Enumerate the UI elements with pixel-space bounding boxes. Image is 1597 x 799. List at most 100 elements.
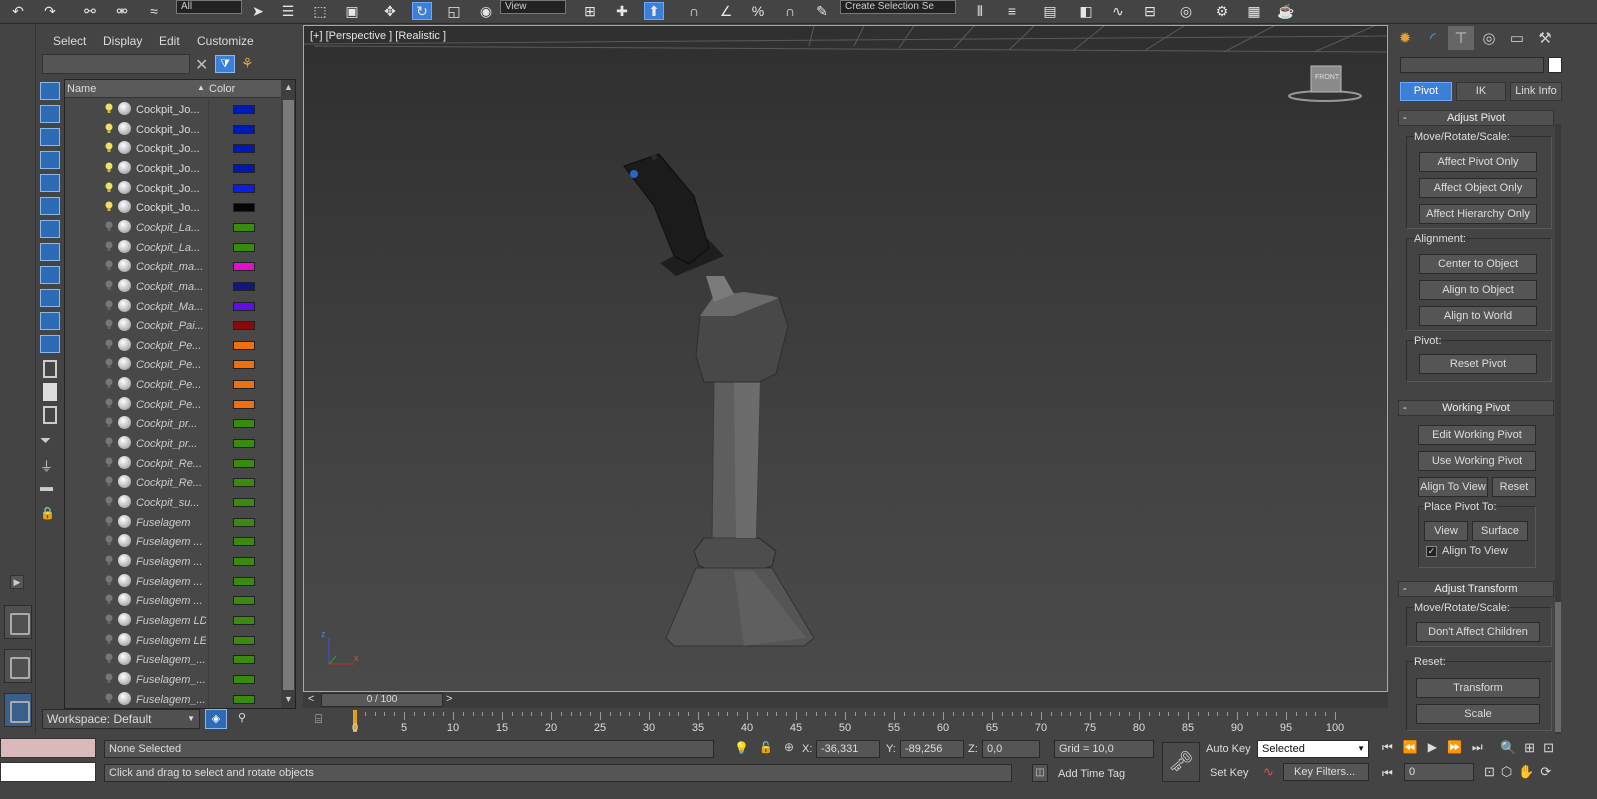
utilities-tab-icon[interactable]: ⚒ <box>1532 26 1558 50</box>
object-color-swatch[interactable] <box>1548 57 1562 73</box>
affect-object-only-button[interactable]: Affect Object Only <box>1419 178 1537 198</box>
object-visibility-icon[interactable] <box>118 200 131 214</box>
maxscript-listener-pink[interactable] <box>0 738 96 758</box>
viewport-layout-2-icon[interactable] <box>4 649 32 683</box>
scene-explorer-icon[interactable]: ◧ <box>1076 2 1096 20</box>
isolate-selection-icon[interactable]: 💡 <box>734 741 749 755</box>
place-view-button[interactable]: View <box>1424 521 1468 541</box>
object-color-swatch[interactable] <box>233 301 255 311</box>
motion-tab-icon[interactable]: ◎ <box>1476 26 1502 50</box>
angle-snap-icon[interactable]: ∠ <box>716 2 736 20</box>
panel-scroll-thumb[interactable] <box>1555 602 1561 732</box>
list-item[interactable]: Fuselagem ... <box>65 591 281 611</box>
time-prev-button[interactable]: < <box>308 693 314 705</box>
maxscript-listener-white[interactable] <box>0 762 96 782</box>
object-visibility-icon[interactable] <box>118 593 131 607</box>
add-time-tag-button[interactable]: Add Time Tag <box>1058 768 1125 780</box>
edit-named-selection-icon[interactable]: ✎ <box>812 2 832 20</box>
set-key-button[interactable]: Set Key <box>1210 767 1249 779</box>
current-frame-field[interactable]: 0 <box>1404 763 1474 781</box>
object-visibility-icon[interactable] <box>118 141 131 155</box>
z-coordinate-field[interactable]: 0,0 <box>982 740 1040 758</box>
list-item[interactable]: Cockpit_ma... <box>65 276 281 297</box>
light-off-icon[interactable] <box>105 693 113 704</box>
light-off-icon[interactable] <box>105 614 113 625</box>
object-color-swatch[interactable] <box>233 458 255 468</box>
list-item[interactable]: Cockpit_Re... <box>65 473 281 493</box>
align-to-view-button[interactable]: Align To View <box>1418 477 1488 497</box>
light-off-icon[interactable] <box>105 319 113 330</box>
list-item[interactable]: Fuselagem ... <box>65 532 281 552</box>
workspace-dropdown[interactable]: Workspace: Default ▼ <box>42 709 200 729</box>
layer-explorer-icon[interactable]: ◈ <box>205 709 227 729</box>
object-color-swatch[interactable] <box>233 517 255 527</box>
object-visibility-icon[interactable] <box>118 259 131 273</box>
object-visibility-icon[interactable] <box>118 219 131 233</box>
light-off-icon[interactable] <box>105 653 113 664</box>
redo-icon[interactable]: ↷ <box>40 2 60 20</box>
bind-space-warp-icon[interactable]: ≈ <box>144 2 164 20</box>
object-color-swatch[interactable] <box>233 124 255 134</box>
reset-scale-button[interactable]: Scale <box>1416 704 1540 724</box>
light-off-icon[interactable] <box>105 476 113 487</box>
reset-transform-button[interactable]: Transform <box>1416 678 1540 698</box>
place-surface-button[interactable]: Surface <box>1472 521 1528 541</box>
object-color-swatch[interactable] <box>233 321 255 331</box>
use-working-pivot-button[interactable]: Use Working Pivot <box>1418 451 1536 471</box>
list-item[interactable]: Cockpit_Pe... <box>65 375 281 395</box>
object-visibility-icon[interactable] <box>118 534 131 548</box>
list-item[interactable]: Cockpit_ma... <box>65 257 281 277</box>
mini-curve-editor-icon[interactable]: ⌸ <box>315 712 333 728</box>
list-item[interactable]: Cockpit_Pe... <box>65 394 281 415</box>
link-icon[interactable]: ⚯ <box>80 2 100 20</box>
object-visibility-icon[interactable] <box>118 612 131 626</box>
auto-key-button[interactable]: Auto Key <box>1206 743 1251 755</box>
select-object-icon[interactable]: ➤ <box>248 2 268 20</box>
menu-display[interactable]: Display <box>103 34 142 48</box>
curve-editor-icon[interactable]: ∿ <box>1108 2 1128 20</box>
object-color-swatch[interactable] <box>233 242 255 252</box>
light-off-icon[interactable] <box>105 516 113 527</box>
selection-lock-icon[interactable]: 🔓 <box>759 741 773 754</box>
tab-link-info[interactable]: Link Info <box>1510 82 1562 101</box>
object-color-swatch[interactable] <box>233 203 255 213</box>
key-filters-button[interactable]: Key Filters... <box>1283 763 1369 781</box>
reset-pivot-button[interactable]: Reset Pivot <box>1419 354 1537 374</box>
light-off-icon[interactable] <box>105 437 113 448</box>
panel-scrollbar[interactable] <box>1555 124 1561 734</box>
list-item[interactable]: Cockpit_La... <box>65 237 281 258</box>
percent-snap-icon[interactable]: % <box>748 2 768 20</box>
object-visibility-icon[interactable] <box>118 691 131 705</box>
object-visibility-icon[interactable] <box>118 160 131 174</box>
list-item[interactable]: Cockpit_Re... <box>65 453 281 474</box>
object-visibility-icon[interactable] <box>118 632 131 646</box>
light-off-icon[interactable] <box>105 358 113 369</box>
list-item[interactable]: Cockpit_Jo... <box>65 139 281 159</box>
render-frame-icon[interactable]: ▦ <box>1244 2 1264 20</box>
adjust-transform-rollout[interactable]: - Adjust Transform <box>1398 581 1554 597</box>
object-color-swatch[interactable] <box>233 635 255 645</box>
object-color-swatch[interactable] <box>233 674 255 684</box>
time-next-button[interactable]: > <box>446 693 452 705</box>
window-crossing-icon[interactable]: ▣ <box>342 2 362 20</box>
hierarchy-tab-icon[interactable]: ⊤ <box>1448 26 1474 50</box>
light-off-icon[interactable] <box>105 260 113 271</box>
list-item[interactable]: Cockpit_pr... <box>65 434 281 454</box>
joystick-model[interactable] <box>623 153 815 647</box>
display-geometry-icon[interactable] <box>40 105 60 123</box>
object-visibility-icon[interactable] <box>118 102 131 115</box>
reference-coord-dropdown[interactable]: View <box>500 0 566 14</box>
light-off-icon[interactable] <box>105 398 113 409</box>
light-off-icon[interactable] <box>105 673 113 684</box>
menu-edit[interactable]: Edit <box>159 34 180 48</box>
object-visibility-icon[interactable] <box>118 455 131 469</box>
light-off-icon[interactable] <box>105 634 113 645</box>
list-item[interactable]: Fuselagem LD <box>65 610 281 631</box>
object-visibility-icon[interactable] <box>118 318 131 332</box>
menu-select[interactable]: Select <box>53 34 86 48</box>
display-frozen-icon[interactable] <box>40 335 60 353</box>
edit-working-pivot-button[interactable]: Edit Working Pivot <box>1418 425 1536 445</box>
light-off-icon[interactable] <box>105 575 113 586</box>
object-visibility-icon[interactable] <box>118 495 131 508</box>
list-item[interactable]: Fuselagem ... <box>65 551 281 572</box>
